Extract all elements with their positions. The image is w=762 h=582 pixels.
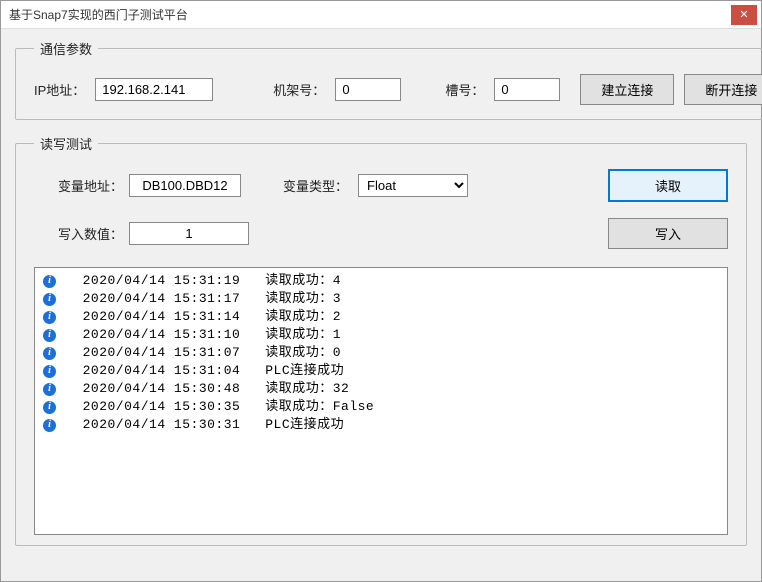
ip-input[interactable] <box>95 78 213 101</box>
log-row[interactable]: i 2020/04/14 15:30:35 读取成功：False <box>43 398 719 416</box>
info-icon: i <box>43 329 56 342</box>
log-text: 2020/04/14 15:30:31 PLC连接成功 <box>66 416 344 434</box>
log-row[interactable]: i 2020/04/14 15:30:31 PLC连接成功 <box>43 416 719 434</box>
log-list[interactable]: i 2020/04/14 15:31:19 读取成功：4i 2020/04/14… <box>34 267 728 535</box>
app-window: 基于Snap7实现的西门子测试平台 ✕ 通信参数 IP地址： 机架号： 槽号： … <box>0 0 762 582</box>
comm-row: IP地址： 机架号： 槽号： 建立连接 断开连接 <box>34 74 762 105</box>
rack-input[interactable] <box>335 78 401 101</box>
comm-params-group: 通信参数 IP地址： 机架号： 槽号： 建立连接 断开连接 <box>15 39 762 120</box>
log-text: 2020/04/14 15:31:19 读取成功：4 <box>66 272 341 290</box>
disconnect-button[interactable]: 断开连接 <box>684 74 762 105</box>
info-icon: i <box>43 275 56 288</box>
log-row[interactable]: i 2020/04/14 15:30:48 读取成功：32 <box>43 380 719 398</box>
log-row[interactable]: i 2020/04/14 15:31:17 读取成功：3 <box>43 290 719 308</box>
write-val-input[interactable] <box>129 222 249 245</box>
titlebar: 基于Snap7实现的西门子测试平台 ✕ <box>1 1 761 29</box>
log-row[interactable]: i 2020/04/14 15:31:14 读取成功：2 <box>43 308 719 326</box>
info-icon: i <box>43 347 56 360</box>
rw-read-row: 变量地址： 变量类型： Float 读取 <box>34 169 728 202</box>
connect-button[interactable]: 建立连接 <box>580 74 674 105</box>
rack-label: 机架号： <box>273 80 325 99</box>
ip-label: IP地址： <box>34 80 85 99</box>
info-icon: i <box>43 293 56 306</box>
info-icon: i <box>43 383 56 396</box>
slot-input[interactable] <box>494 78 560 101</box>
rw-legend: 读写测试 <box>34 134 98 153</box>
log-row[interactable]: i 2020/04/14 15:31:07 读取成功：0 <box>43 344 719 362</box>
log-row[interactable]: i 2020/04/14 15:31:10 读取成功：1 <box>43 326 719 344</box>
info-icon: i <box>43 401 56 414</box>
slot-label: 槽号： <box>445 80 484 99</box>
window-title: 基于Snap7实现的西门子测试平台 <box>9 6 188 23</box>
write-val-label: 写入数值： <box>58 224 123 243</box>
read-button[interactable]: 读取 <box>608 169 728 202</box>
log-text: 2020/04/14 15:31:07 读取成功：0 <box>66 344 341 362</box>
comm-legend: 通信参数 <box>34 39 98 58</box>
close-icon: ✕ <box>739 8 748 21</box>
log-row[interactable]: i 2020/04/14 15:31:04 PLC连接成功 <box>43 362 719 380</box>
rw-test-group: 读写测试 变量地址： 变量类型： Float 读取 写入数值： <box>15 134 747 546</box>
info-icon: i <box>43 365 56 378</box>
info-icon: i <box>43 419 56 432</box>
addr-label: 变量地址： <box>58 176 123 195</box>
rw-write-row: 写入数值： 写入 <box>34 218 728 249</box>
log-text: 2020/04/14 15:31:17 读取成功：3 <box>66 290 341 308</box>
log-text: 2020/04/14 15:30:48 读取成功：32 <box>66 380 349 398</box>
write-button[interactable]: 写入 <box>608 218 728 249</box>
log-text: 2020/04/14 15:31:14 读取成功：2 <box>66 308 341 326</box>
log-text: 2020/04/14 15:31:04 PLC连接成功 <box>66 362 344 380</box>
type-label: 变量类型： <box>283 176 348 195</box>
log-row[interactable]: i 2020/04/14 15:31:19 读取成功：4 <box>43 272 719 290</box>
log-text: 2020/04/14 15:30:35 读取成功：False <box>66 398 374 416</box>
info-icon: i <box>43 311 56 324</box>
log-text: 2020/04/14 15:31:10 读取成功：1 <box>66 326 341 344</box>
addr-input[interactable] <box>129 174 241 197</box>
type-select[interactable]: Float <box>358 174 468 197</box>
content-area: 通信参数 IP地址： 机架号： 槽号： 建立连接 断开连接 读写测试 变量地址： <box>1 29 761 570</box>
close-button[interactable]: ✕ <box>731 5 757 25</box>
